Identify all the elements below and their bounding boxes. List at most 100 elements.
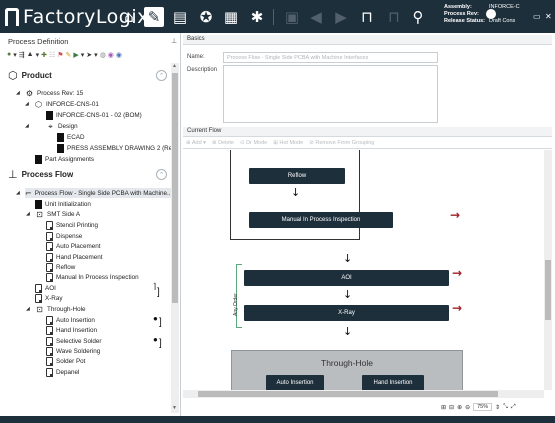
- collapse-arrow-icon[interactable]: ◢: [25, 123, 29, 129]
- hot-mode-button[interactable]: ⊞ Hot Mode: [273, 140, 303, 146]
- tree-item-auto-insertion[interactable]: Auto Insertion: [46, 315, 95, 325]
- remove-grouping-button[interactable]: ⊘ Remove From Grouping: [309, 140, 374, 146]
- refresh-icon[interactable]: ◉: [108, 51, 114, 59]
- user-avatar-icon[interactable]: [486, 9, 496, 19]
- minimize-icon[interactable]: ▭: [533, 12, 541, 21]
- tree-item-part-assignments[interactable]: Part Assignments: [35, 154, 94, 164]
- flag-icon[interactable]: ⚑: [57, 51, 63, 59]
- tag-icon[interactable]: ▾: [36, 51, 40, 59]
- close-icon[interactable]: ✕: [545, 12, 552, 21]
- dropdown-icon[interactable]: ▾: [13, 51, 17, 59]
- tree-item-inforce[interactable]: ◢ ⬡ INFORCE-CNS-01: [25, 99, 99, 109]
- zoom-out-icon[interactable]: ⊖: [465, 404, 470, 411]
- settings-icon[interactable]: ✱: [247, 7, 267, 27]
- collapse-arrow-icon[interactable]: ◢: [16, 90, 20, 96]
- filter-icon[interactable]: ▲: [27, 51, 34, 59]
- unlock-icon[interactable]: ⊓: [384, 7, 404, 27]
- home-icon[interactable]: ⌂: [119, 7, 139, 27]
- scroll-up-icon[interactable]: ▲: [172, 63, 177, 69]
- left-scrollbar[interactable]: ▲ ▼: [171, 63, 179, 413]
- dr-mode-button[interactable]: ⊙ Dr Mode: [240, 140, 267, 146]
- tree-item-reflow[interactable]: Reflow: [46, 262, 75, 272]
- tree-item-process-rev[interactable]: ◢ ⚙ Process Rev: 15: [16, 88, 83, 98]
- expand-icon[interactable]: ▾: [81, 51, 85, 59]
- user-search-icon[interactable]: ⚲: [408, 7, 428, 27]
- zoom-stepper-icon[interactable]: ⇕: [495, 404, 500, 411]
- tree-item-design[interactable]: ◢ ⌖ Design: [25, 121, 78, 131]
- down-arrow-icon: ↓: [291, 186, 301, 199]
- add-step-button[interactable]: ⊕ Add ▾: [186, 140, 206, 146]
- bookmark-icon[interactable]: ▶: [73, 51, 78, 59]
- tree-item-through-hole[interactable]: ◢ ⊡ Through-Hole: [26, 304, 86, 314]
- process-icon[interactable]: ✎: [144, 7, 164, 27]
- tree-item-bom[interactable]: INFORCE-CNS-01 - 02 (BOM): [46, 110, 142, 120]
- forward-icon[interactable]: ▶: [331, 7, 351, 27]
- pin-icon[interactable]: ⊥: [171, 37, 177, 45]
- save-icon[interactable]: ▣: [282, 7, 302, 27]
- collapse-product-icon[interactable]: ⌃: [156, 70, 167, 81]
- left-scroll-thumb[interactable]: [172, 73, 178, 303]
- fit-height-icon[interactable]: ⊟: [449, 404, 454, 411]
- step-hand-insertion[interactable]: Hand Insertion: [362, 375, 424, 390]
- tree-item-aoi[interactable]: AOI: [35, 283, 56, 293]
- compass-icon[interactable]: ✪: [196, 7, 216, 27]
- product-section-header[interactable]: ⬡ Product: [8, 67, 52, 83]
- tree-item-smt-side-a[interactable]: ◢ ⊡ SMT Side A: [26, 209, 80, 219]
- flow-canvas[interactable]: Reflow ↓ Manual In Process Inspection → …: [183, 150, 544, 390]
- tree-item-press-drawing[interactable]: PRESS ASSEMBLY DRAWING 2 (Re...: [57, 143, 177, 153]
- step-reflow[interactable]: Reflow: [249, 168, 345, 184]
- expand-all-icon[interactable]: ⤢: [511, 404, 516, 411]
- zoom-level[interactable]: 75%: [473, 403, 493, 411]
- step-icon: [46, 325, 53, 335]
- fit-width-icon[interactable]: ⊞: [441, 404, 446, 411]
- tree-item-xray[interactable]: X-Ray: [35, 293, 63, 303]
- pencil-icon[interactable]: ✎: [66, 51, 72, 59]
- tree-item-selective-solder[interactable]: Selective Solder: [46, 336, 102, 346]
- lock-icon[interactable]: ⊓: [357, 7, 377, 27]
- collapse-arrow-icon[interactable]: ◢: [16, 190, 20, 196]
- globe-icon[interactable]: ◍: [100, 51, 106, 59]
- tree-item-solder-pot[interactable]: Solder Pot: [46, 356, 85, 366]
- through-hole-group-box[interactable]: Through-Hole Auto Insertion Hand Inserti…: [231, 350, 463, 390]
- collapse-arrow-icon[interactable]: ◢: [26, 211, 30, 217]
- tree-item-hand-placement[interactable]: Hand Placement: [46, 252, 103, 262]
- collapse-arrow-icon[interactable]: ◢: [26, 306, 30, 312]
- step-xray[interactable]: X-Ray: [244, 305, 449, 321]
- back-icon[interactable]: ◀: [306, 7, 326, 27]
- process-flow-section-header[interactable]: ⊥ Process Flow: [8, 166, 73, 182]
- tree-item-unit-initialization[interactable]: Unit Initialization: [35, 199, 91, 209]
- tree-item-wave-soldering[interactable]: Wave Soldering: [46, 346, 100, 356]
- tree-item-manual-inspection[interactable]: Manual In Process Inspection: [46, 272, 139, 282]
- more-icon[interactable]: ▾: [94, 51, 98, 59]
- collapse-arrow-icon[interactable]: ◢: [25, 101, 29, 107]
- arrow-icon[interactable]: ➤: [86, 51, 92, 59]
- canvas-vertical-scrollbar[interactable]: [544, 150, 552, 390]
- zoom-in-icon[interactable]: ⊕: [457, 404, 462, 411]
- canvas-horizontal-scrollbar[interactable]: [183, 390, 544, 398]
- step-auto-insertion[interactable]: Auto Insertion: [266, 375, 324, 390]
- canvas-vertical-thumb[interactable]: [545, 260, 551, 320]
- collapse-all-icon[interactable]: ⤡: [503, 404, 508, 411]
- tree-item-process-flow-root[interactable]: ◢ ⌐ Process Flow - Single Side PCBA with M…: [16, 188, 172, 198]
- tree-item-depanel[interactable]: Depanel: [46, 367, 79, 377]
- document-icon[interactable]: ▤: [170, 7, 190, 27]
- info-icon[interactable]: ◉: [116, 51, 122, 59]
- tree-item-ecad[interactable]: ECAD: [57, 132, 85, 142]
- collapse-process-flow-icon[interactable]: ⌃: [156, 169, 167, 180]
- step-aoi[interactable]: AOI: [244, 270, 449, 286]
- tree-item-stencil-printing[interactable]: Stencil Printing: [46, 220, 98, 230]
- canvas-horizontal-thumb[interactable]: [198, 391, 498, 397]
- add-icon[interactable]: ●: [7, 51, 11, 59]
- tree-item-auto-placement[interactable]: Auto Placement: [46, 241, 100, 251]
- report-icon[interactable]: ▦: [221, 7, 241, 27]
- name-field[interactable]: Process Flow - Single Side PCBA with Mac…: [223, 52, 438, 63]
- tree-item-dispense[interactable]: Dispense: [46, 231, 82, 241]
- link-icon[interactable]: ⇶: [19, 51, 25, 59]
- note-icon[interactable]: ☷: [49, 51, 55, 59]
- description-field[interactable]: [223, 65, 438, 123]
- delete-button[interactable]: ⊗ Delete: [212, 140, 234, 146]
- leaf-icon[interactable]: ✚: [41, 51, 47, 59]
- scroll-down-icon[interactable]: ▼: [172, 405, 177, 411]
- tree-item-hand-insertion[interactable]: Hand Insertion: [46, 325, 97, 335]
- step-manual-inspection[interactable]: Manual In Process Inspection: [249, 212, 393, 228]
